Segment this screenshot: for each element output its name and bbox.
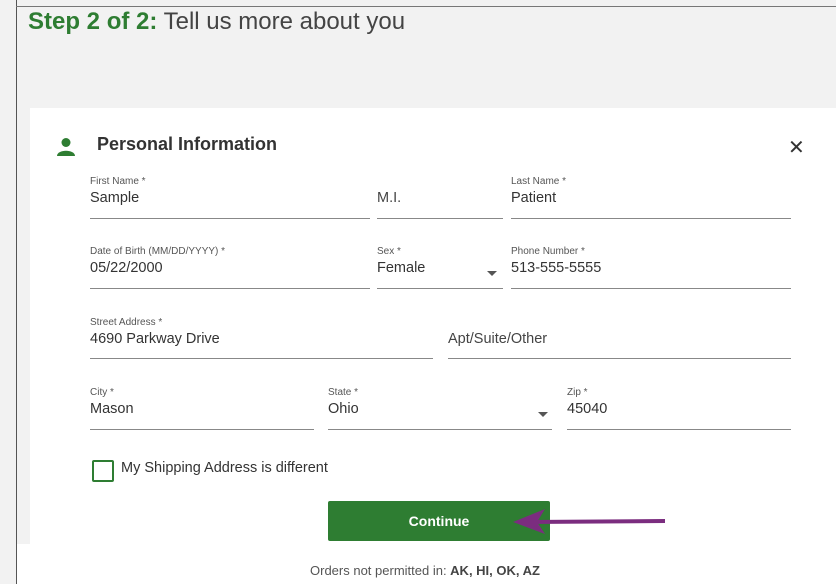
phone-value: 513-555-5555 — [511, 260, 602, 276]
zip-label: Zip * — [567, 387, 588, 398]
middle-initial-field[interactable]: M.I. — [377, 176, 503, 219]
sex-value: Female — [377, 260, 426, 276]
dob-field[interactable]: Date of Birth (MM/DD/YYYY) * 05/22/2000 — [90, 246, 370, 289]
orders-not-permitted-note: Orders not permitted in: AK, HI, OK, AZ — [310, 563, 540, 578]
window-border-top — [16, 6, 836, 7]
last-name-field[interactable]: Last Name * Patient — [511, 176, 791, 219]
state-label: State * — [328, 387, 359, 398]
person-icon — [57, 138, 75, 156]
last-name-label: Last Name * — [511, 176, 567, 187]
shipping-address-checkbox[interactable] — [92, 460, 114, 482]
last-name-value: Patient — [511, 190, 557, 206]
annotation-arrow-icon — [513, 509, 666, 534]
first-name-field[interactable]: First Name * Sample — [90, 176, 370, 219]
apt-suite-field[interactable]: Apt/Suite/Other — [448, 317, 791, 359]
chevron-down-icon — [538, 412, 548, 417]
street-address-value: 4690 Parkway Drive — [90, 331, 220, 347]
street-address-label: Street Address * — [90, 317, 163, 328]
zip-field[interactable]: Zip * 45040 — [567, 387, 791, 430]
city-label: City * — [90, 387, 114, 398]
close-icon[interactable]: ✕ — [788, 138, 805, 158]
city-value: Mason — [90, 401, 134, 417]
middle-initial-placeholder: M.I. — [377, 190, 402, 206]
step-label: Step 2 of 2: — [28, 8, 158, 35]
city-field[interactable]: City * Mason — [90, 387, 314, 430]
section-title: Personal Information — [97, 134, 278, 154]
street-address-field[interactable]: Street Address * 4690 Parkway Drive — [90, 317, 433, 359]
first-name-label: First Name * — [90, 176, 146, 187]
first-name-value: Sample — [90, 190, 140, 206]
dob-value: 05/22/2000 — [90, 260, 163, 276]
state-value: Ohio — [328, 401, 359, 417]
apt-suite-placeholder: Apt/Suite/Other — [448, 331, 548, 347]
phone-field[interactable]: Phone Number * 513-555-5555 — [511, 246, 791, 289]
orders-note-prefix: Orders not permitted in: — [310, 563, 451, 578]
shipping-address-label[interactable]: My Shipping Address is different — [121, 460, 328, 476]
dob-label: Date of Birth (MM/DD/YYYY) * — [90, 246, 226, 257]
orders-note-states: AK, HI, OK, AZ — [450, 563, 540, 578]
state-select[interactable]: State * Ohio — [328, 387, 552, 430]
chevron-down-icon — [487, 271, 497, 276]
window-border-left — [16, 0, 17, 584]
sex-select[interactable]: Sex * Female — [377, 246, 503, 289]
step-title: Step 2 of 2: Tell us more about you — [28, 8, 405, 36]
sex-label: Sex * — [377, 246, 401, 257]
step-heading: Tell us more about you — [157, 8, 406, 35]
phone-label: Phone Number * — [511, 246, 585, 257]
zip-value: 45040 — [567, 401, 608, 417]
